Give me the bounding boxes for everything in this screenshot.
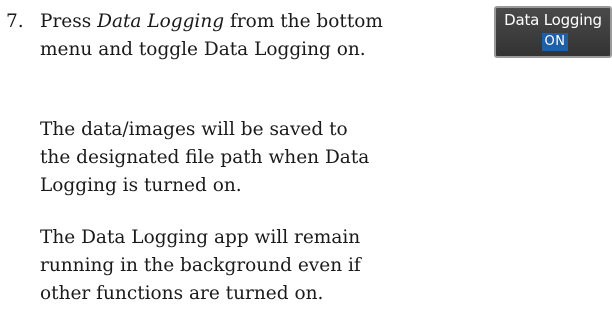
instruction-line-1: Press Data Logging from the bottom xyxy=(40,8,490,36)
data-logging-softkey[interactable]: Data Logging ON xyxy=(494,6,612,58)
note-line: the designated file path when Data xyxy=(40,147,370,168)
note-line: The data/images will be saved to xyxy=(40,119,348,140)
step-number: 7. xyxy=(6,11,24,32)
note-line: running in the background even if xyxy=(40,255,361,276)
note-line: Logging is turned on. xyxy=(40,175,242,196)
step-instruction: Press Data Logging from the bottom menu … xyxy=(40,8,490,64)
menu-reference: Data Logging xyxy=(97,11,225,32)
note-line: The Data Logging app will remain xyxy=(40,227,361,248)
note-line: other functions are turned on. xyxy=(40,283,324,304)
note-paragraph-background: The Data Logging app will remain running… xyxy=(40,224,490,308)
softkey-label: Data Logging xyxy=(504,11,602,29)
instruction-text: from the bottom xyxy=(224,11,383,32)
instruction-text: Press xyxy=(40,11,98,32)
note-paragraph-save-path: The data/images will be saved to the des… xyxy=(40,116,490,200)
instruction-line-2: menu and toggle Data Logging on. xyxy=(40,39,366,60)
softkey-state-indicator: ON xyxy=(542,33,568,51)
